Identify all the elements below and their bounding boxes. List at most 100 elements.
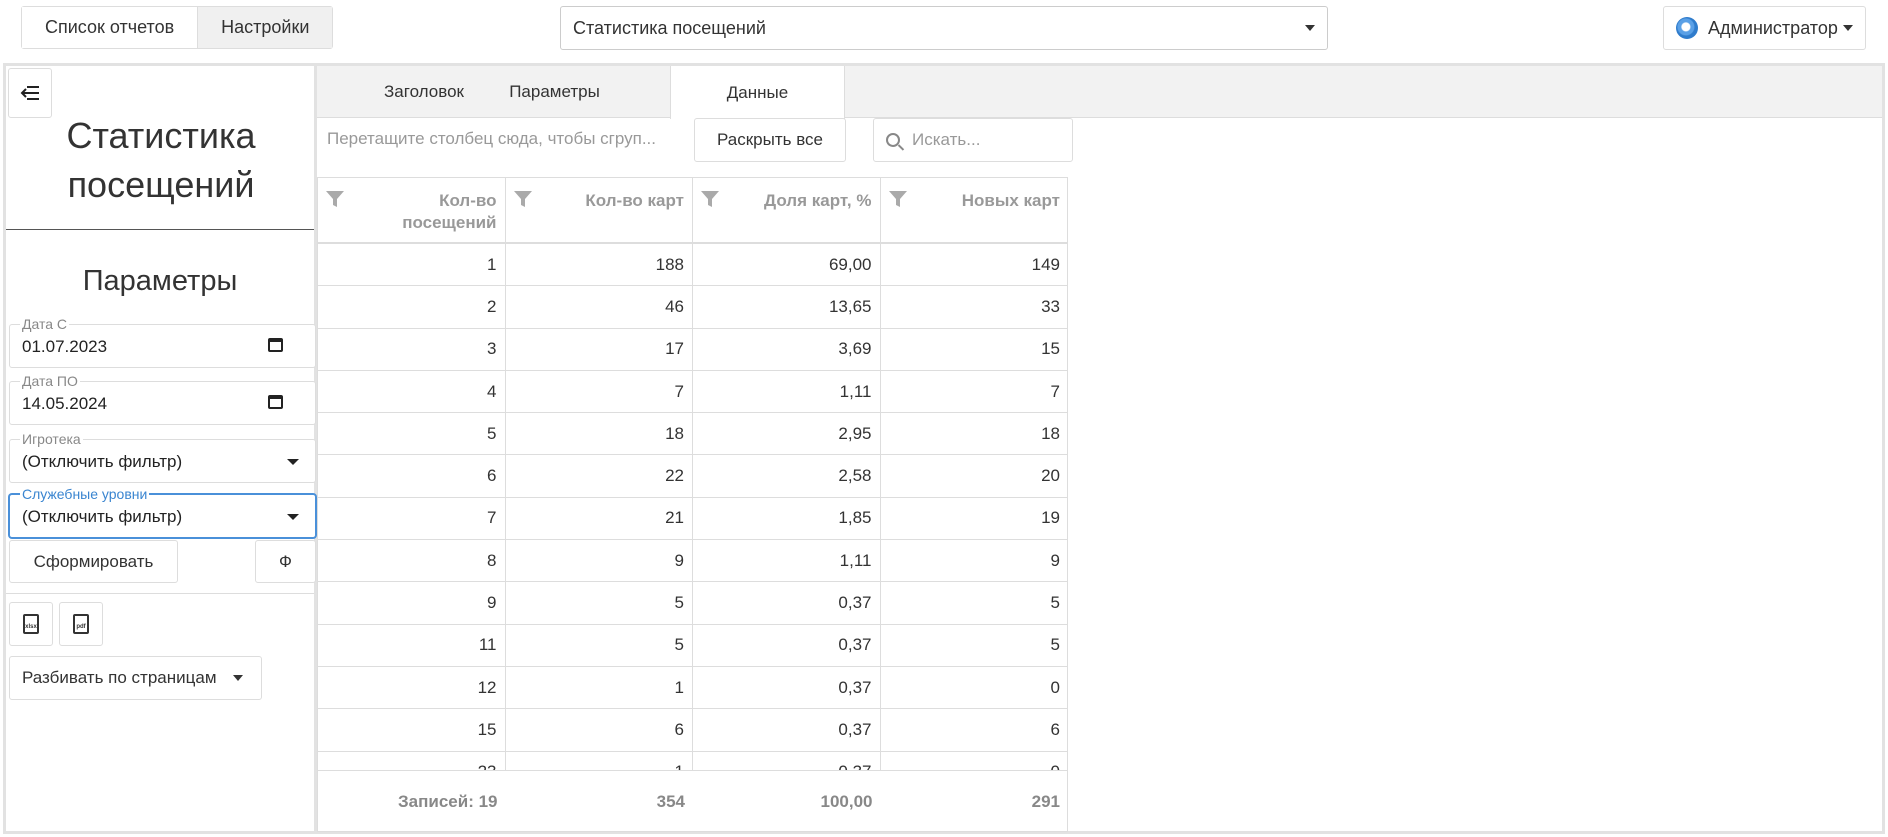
table-cell: 20 bbox=[1041, 466, 1060, 486]
table-cell: 1,85 bbox=[693, 497, 881, 540]
table-cell: 2 bbox=[318, 286, 506, 328]
table-cell: 5 bbox=[1050, 593, 1060, 613]
report-frame: Статистика посещений Параметры Дата С 01… bbox=[3, 63, 1885, 834]
table-cell: 18 bbox=[506, 413, 693, 455]
table-cell: 17 bbox=[506, 328, 693, 370]
table-row[interactable]: 2310,370 bbox=[318, 751, 1068, 771]
calendar-icon[interactable] bbox=[268, 338, 283, 352]
table-cell: 0 bbox=[881, 752, 1068, 771]
group-drop-panel[interactable]: Перетащите столбец сюда, чтобы сгруп... bbox=[327, 129, 667, 149]
tab-header[interactable]: Заголовок bbox=[359, 66, 489, 118]
table-cell: 5 bbox=[318, 413, 506, 455]
search-input[interactable]: Искать... bbox=[873, 118, 1073, 162]
footer-total: 354 bbox=[656, 791, 685, 811]
levels-label: Служебные уровни bbox=[20, 486, 150, 502]
table-cell: 6 bbox=[318, 455, 506, 497]
report-select-value: Статистика посещений bbox=[573, 17, 766, 38]
date-from-field[interactable]: Дата С 01.07.2023 bbox=[9, 316, 316, 368]
export-pdf-button[interactable]: pdf bbox=[59, 602, 103, 646]
table-row[interactable]: 6 22 2,58 20 bbox=[318, 455, 1067, 498]
table-cell: 3 bbox=[318, 328, 506, 370]
phi-button[interactable]: Ф bbox=[255, 540, 316, 583]
user-menu-button[interactable]: Администратор bbox=[1663, 6, 1866, 50]
table-cell: 0,37 bbox=[693, 751, 881, 771]
igroteka-label: Игротека bbox=[20, 431, 83, 447]
table-cell: 15 bbox=[318, 709, 506, 751]
report-select[interactable]: Статистика посещений bbox=[560, 6, 1328, 50]
levels-select[interactable]: Служебные уровни (Отключить фильтр) bbox=[9, 486, 316, 538]
table-cell: 188 bbox=[506, 244, 693, 286]
table-cell: 33 bbox=[1041, 296, 1060, 316]
column-title: Новых карт bbox=[961, 191, 1060, 210]
data-grid: Кол-во посещений Кол-во карт Доля карт, … bbox=[317, 177, 1068, 832]
table-cell: 9 bbox=[1050, 550, 1060, 570]
table-row[interactable]: 1 188 69,00 149 bbox=[318, 244, 1067, 287]
levels-value: (Отключить фильтр) bbox=[22, 507, 183, 526]
table-cell: 4 bbox=[318, 370, 506, 413]
export-xlsx-button[interactable]: xlsx bbox=[9, 602, 53, 646]
table-cell: 1 bbox=[506, 666, 693, 709]
grid-body[interactable]: 1 188 69,00 149 2 46 13,65 33 3 17 3,69 15 4 7 1,11… bbox=[318, 244, 1068, 771]
filter-icon[interactable] bbox=[513, 191, 532, 207]
column-header[interactable]: Кол-во посещений bbox=[318, 178, 506, 242]
table-row[interactable]: 7 21 1,85 19 bbox=[318, 497, 1067, 541]
table-cell: 0,37 bbox=[693, 582, 881, 624]
table-row[interactable]: 3 17 3,69 15 bbox=[318, 328, 1067, 371]
column-header[interactable]: Кол-во карт bbox=[506, 178, 693, 242]
table-row[interactable]: 12 1 0,37 0 bbox=[318, 666, 1067, 710]
table-row[interactable]: 9 5 0,37 5 bbox=[318, 582, 1067, 625]
chevron-down-icon bbox=[287, 514, 299, 520]
column-title: Кол-во карт bbox=[585, 191, 684, 210]
filter-icon[interactable] bbox=[326, 191, 344, 207]
xlsx-file-icon: xlsx bbox=[23, 614, 39, 634]
table-cell: 1,11 bbox=[693, 540, 881, 582]
paging-select[interactable]: Разбивать по страницам bbox=[9, 656, 262, 700]
date-to-field[interactable]: Дата ПО 14.05.2024 bbox=[9, 373, 316, 425]
date-to-label: Дата ПО bbox=[20, 373, 80, 389]
nav-reports-list[interactable]: Список отчетов bbox=[22, 7, 198, 48]
table-cell: 0,37 bbox=[693, 666, 881, 709]
report-title: Статистика посещений bbox=[66, 115, 256, 205]
filter-icon[interactable] bbox=[888, 191, 907, 207]
table-cell: 9 bbox=[506, 540, 693, 582]
table-row[interactable]: 8 9 1,11 9 bbox=[318, 540, 1067, 583]
table-row[interactable]: 15 6 0,37 6 bbox=[318, 709, 1067, 752]
search-icon bbox=[886, 133, 900, 147]
column-title: Доля карт, % bbox=[764, 191, 872, 210]
table-cell: 8 bbox=[318, 540, 506, 582]
chevron-down-icon bbox=[1843, 25, 1853, 31]
build-report-button[interactable]: Сформировать bbox=[9, 540, 178, 583]
calendar-icon[interactable] bbox=[268, 395, 283, 409]
table-cell: 1 bbox=[318, 244, 506, 286]
table-cell: 11 bbox=[318, 624, 506, 666]
table-cell: 1 bbox=[506, 751, 693, 771]
column-header[interactable]: Доля карт, % bbox=[693, 178, 881, 242]
igroteka-select[interactable]: Игротека (Отключить фильтр) bbox=[9, 431, 316, 483]
table-cell: 69,00 bbox=[693, 244, 881, 286]
date-from-value: 01.07.2023 bbox=[22, 337, 108, 356]
date-from-label: Дата С bbox=[20, 316, 70, 332]
tabs-bar: Заголовок Параметры Данные bbox=[317, 66, 1882, 119]
nav-settings[interactable]: Настройки bbox=[197, 7, 333, 48]
filter-icon[interactable] bbox=[701, 191, 719, 207]
paging-value: Разбивать по страницам bbox=[22, 668, 217, 687]
table-cell: 2,58 bbox=[693, 455, 881, 497]
column-header[interactable]: Новых карт bbox=[881, 178, 1068, 242]
expand-all-button[interactable]: Раскрыть все bbox=[694, 118, 846, 162]
left-panel: Статистика посещений Параметры Дата С 01… bbox=[6, 66, 317, 831]
footer-records-count: Записей: 19 bbox=[398, 791, 498, 811]
table-cell: 12 bbox=[318, 666, 506, 709]
divider bbox=[6, 229, 314, 230]
tab-data[interactable]: Данные bbox=[670, 66, 845, 119]
table-row[interactable]: 4 7 1,11 7 bbox=[318, 370, 1067, 414]
table-cell: 15 bbox=[1041, 339, 1060, 359]
tab-parameters[interactable]: Параметры bbox=[489, 66, 620, 118]
table-row[interactable]: 5 18 2,95 18 bbox=[318, 413, 1067, 456]
table-row[interactable]: 2 46 13,65 33 bbox=[318, 286, 1067, 329]
report-content: Заголовок Параметры Данные Перетащите ст… bbox=[317, 66, 1882, 832]
search-placeholder: Искать... bbox=[912, 130, 981, 149]
date-to-value: 14.05.2024 bbox=[22, 394, 108, 413]
table-row[interactable]: 11 5 0,37 5 bbox=[318, 624, 1067, 667]
table-cell: 5 bbox=[506, 582, 693, 624]
table-cell: 22 bbox=[506, 455, 693, 497]
